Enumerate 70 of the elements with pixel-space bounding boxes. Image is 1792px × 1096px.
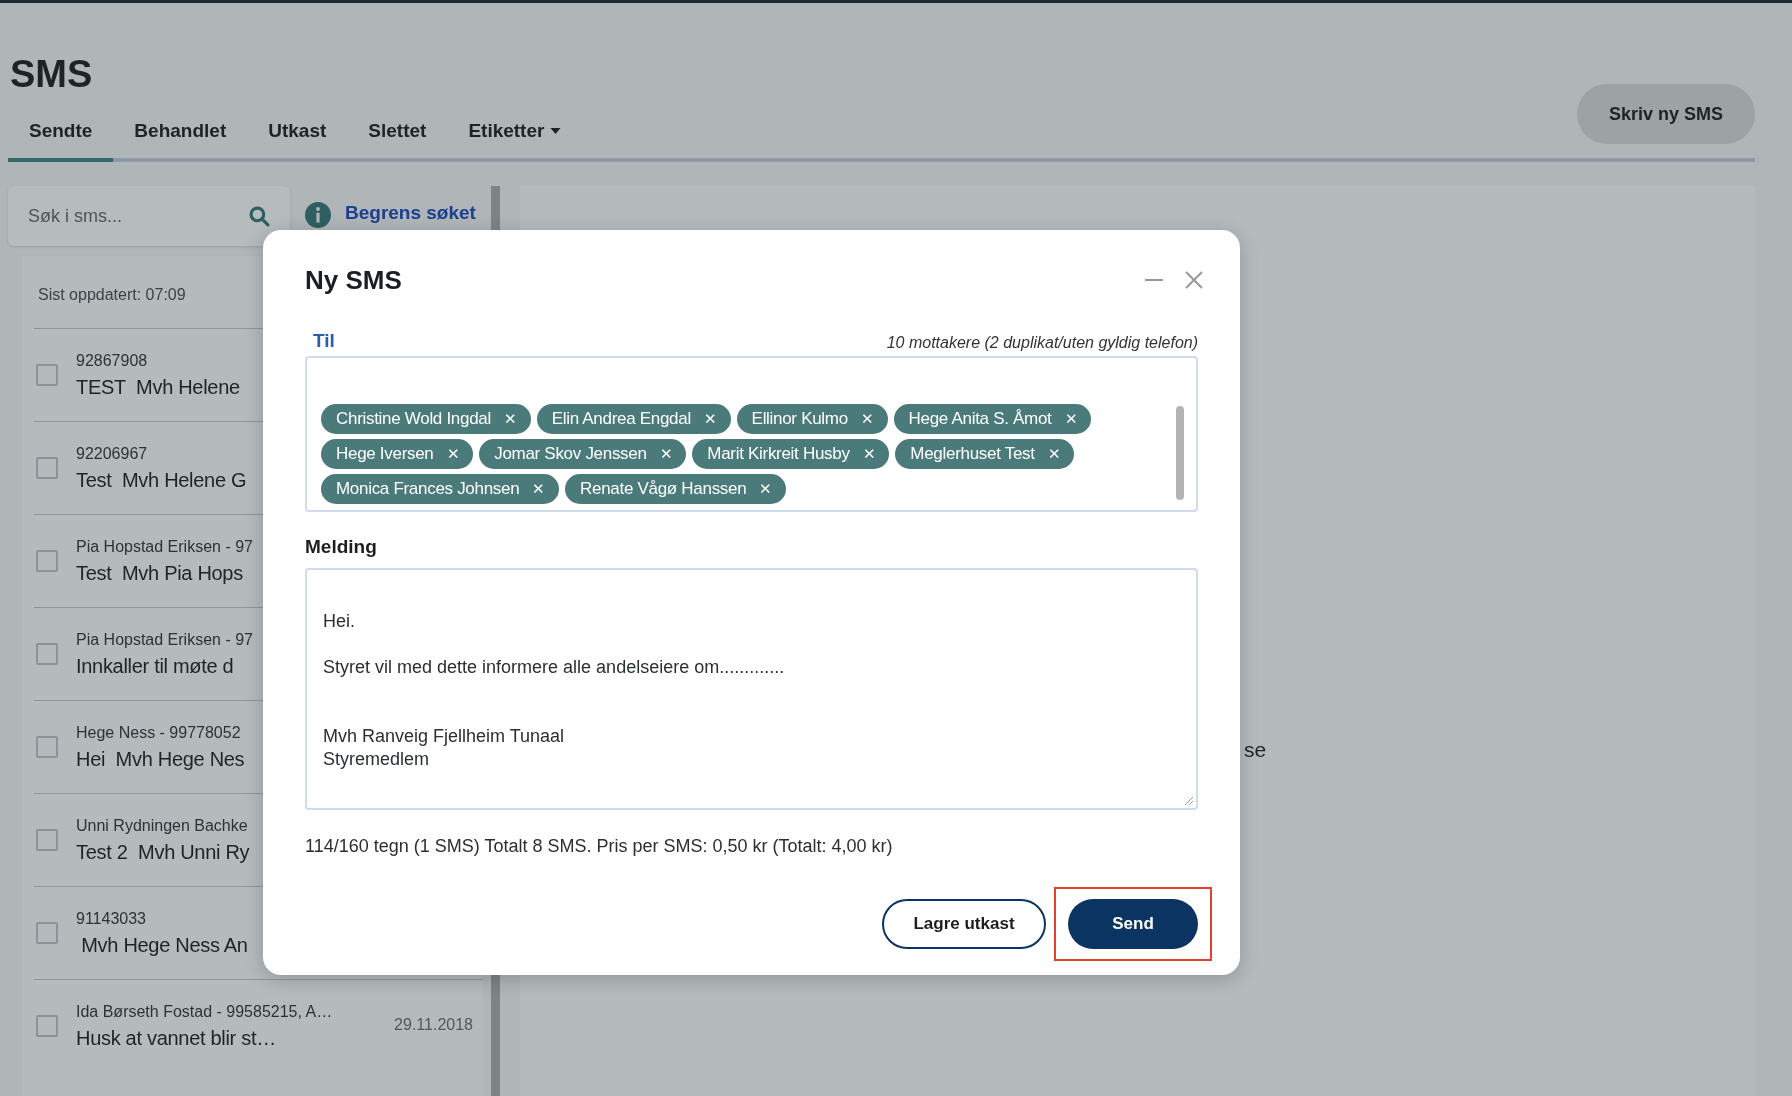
- checkbox[interactable]: [36, 829, 58, 851]
- recipient-text: 91143033: [76, 909, 147, 928]
- filter-link[interactable]: Begrens søket: [345, 202, 476, 224]
- checkbox[interactable]: [36, 736, 58, 758]
- dialog-title: Ny SMS: [305, 264, 402, 296]
- message-preview: Test Mvh Helene G: [76, 468, 247, 492]
- recipient-text: 92206967: [76, 444, 149, 463]
- checkbox[interactable]: [36, 550, 58, 572]
- recipients-field[interactable]: [305, 356, 1198, 512]
- counter-text: 114/160 tegn (1 SMS) Totalt 8 SMS. Pris per SMS: 0,50 kr (Totalt: 4,00 kr): [305, 836, 894, 857]
- recipient-text: 92867908: [76, 351, 149, 370]
- remove-icon[interactable]: ✕: [860, 410, 874, 428]
- tab[interactable]: Sendte: [8, 110, 114, 162]
- recipient-chip[interactable]: Jomar Skov Jenssen ✕: [479, 439, 687, 469]
- message-field[interactable]: Hei. Styret vil med dette informere alle andelseiere om............. Mvh Ranveig Fjellheim Tunaal Styremedlem: [305, 568, 1198, 810]
- close-icon[interactable]: [1184, 270, 1204, 290]
- remove-icon[interactable]: ✕: [703, 410, 717, 428]
- remove-icon[interactable]: ✕: [1047, 445, 1061, 463]
- checkbox[interactable]: [36, 922, 58, 944]
- recipient-chip[interactable]: Elin Andrea Engdal ✕: [536, 404, 731, 434]
- save-draft-button[interactable]: Lagre utkast: [882, 899, 1046, 949]
- last-updated-text: Sist oppdatert: 07:09: [38, 286, 186, 303]
- recipient-chip[interactable]: Marit Kirkreit Husby ✕: [692, 439, 890, 469]
- remove-icon[interactable]: ✕: [659, 445, 673, 463]
- recipient-chip[interactable]: Ellinor Kulmo ✕: [736, 404, 888, 434]
- tab[interactable]: Behandlet: [113, 110, 248, 162]
- message-preview: Test 2 Mvh Unni Ry: [76, 840, 250, 864]
- remove-icon[interactable]: ✕: [862, 445, 876, 463]
- recipient-chip[interactable]: Christine Wold Ingdal ✕: [321, 404, 531, 434]
- send-button[interactable]: Send: [1068, 899, 1198, 949]
- recipient-chip[interactable]: Meglerhuset Test ✕: [895, 439, 1075, 469]
- to-label: Til: [313, 330, 335, 352]
- recipient-text: Unni Rydningen Bachke: [76, 816, 249, 835]
- tab[interactable]: Utkast: [247, 110, 348, 162]
- scrollbar[interactable]: [1176, 406, 1184, 500]
- recipient-chip[interactable]: Hege Iversen ✕: [321, 439, 474, 469]
- recipient-text: Pia Hopstad Eriksen - 97: [76, 537, 253, 556]
- checkbox[interactable]: [36, 364, 58, 386]
- message-preview: Test Mvh Pia Hops: [76, 561, 244, 585]
- recipient-chip[interactable]: Monica Frances Johnsen ✕: [321, 474, 560, 504]
- new-sms-button[interactable]: Skriv ny SMS: [1576, 84, 1755, 144]
- search-field[interactable]: Søk i sms...: [8, 186, 290, 246]
- message-preview: Husk at vannet blir st…: [76, 1026, 277, 1050]
- message-preview: Hei Mvh Hege Nes: [76, 747, 245, 771]
- remove-icon[interactable]: ✕: [1064, 410, 1078, 428]
- recipient-text: Hege Ness - 99778052: [76, 723, 242, 742]
- recipient-text: Ida Børseth Fostad - 99585215, A…: [76, 1002, 333, 1021]
- remove-icon[interactable]: ✕: [532, 480, 546, 498]
- checkbox[interactable]: [36, 457, 58, 479]
- page-title: SMS: [10, 53, 94, 96]
- remove-icon[interactable]: ✕: [503, 410, 517, 428]
- tab[interactable]: Etiketter: [447, 110, 583, 162]
- tab[interactable]: Slettet: [347, 110, 448, 162]
- recipients-note: 10 mottakere (2 duplikat/uten gyldig telefon): [886, 334, 1198, 352]
- info-icon: [305, 202, 331, 228]
- main-text: se: [1244, 738, 1267, 762]
- resize-grip-icon[interactable]: [1183, 795, 1193, 805]
- recipient-chip[interactable]: Renate Vågø Hanssen ✕: [565, 474, 787, 504]
- recipient-text: Pia Hopstad Eriksen - 97: [76, 630, 253, 649]
- message-preview: Mvh Hege Ness An: [80, 933, 248, 957]
- message-preview: TEST Mvh Helene: [76, 375, 240, 399]
- message-label: Melding: [305, 536, 378, 558]
- checkbox[interactable]: [36, 1015, 58, 1037]
- checkbox[interactable]: [36, 643, 58, 665]
- remove-icon[interactable]: ✕: [446, 445, 460, 463]
- recipient-chip[interactable]: Hege Anita S. Åmot ✕: [893, 404, 1092, 434]
- search-icon: [249, 205, 270, 227]
- date-text: 29.11.2018: [394, 1016, 473, 1034]
- remove-icon[interactable]: ✕: [759, 480, 773, 498]
- message-preview: Innkaller til møte d: [76, 654, 235, 678]
